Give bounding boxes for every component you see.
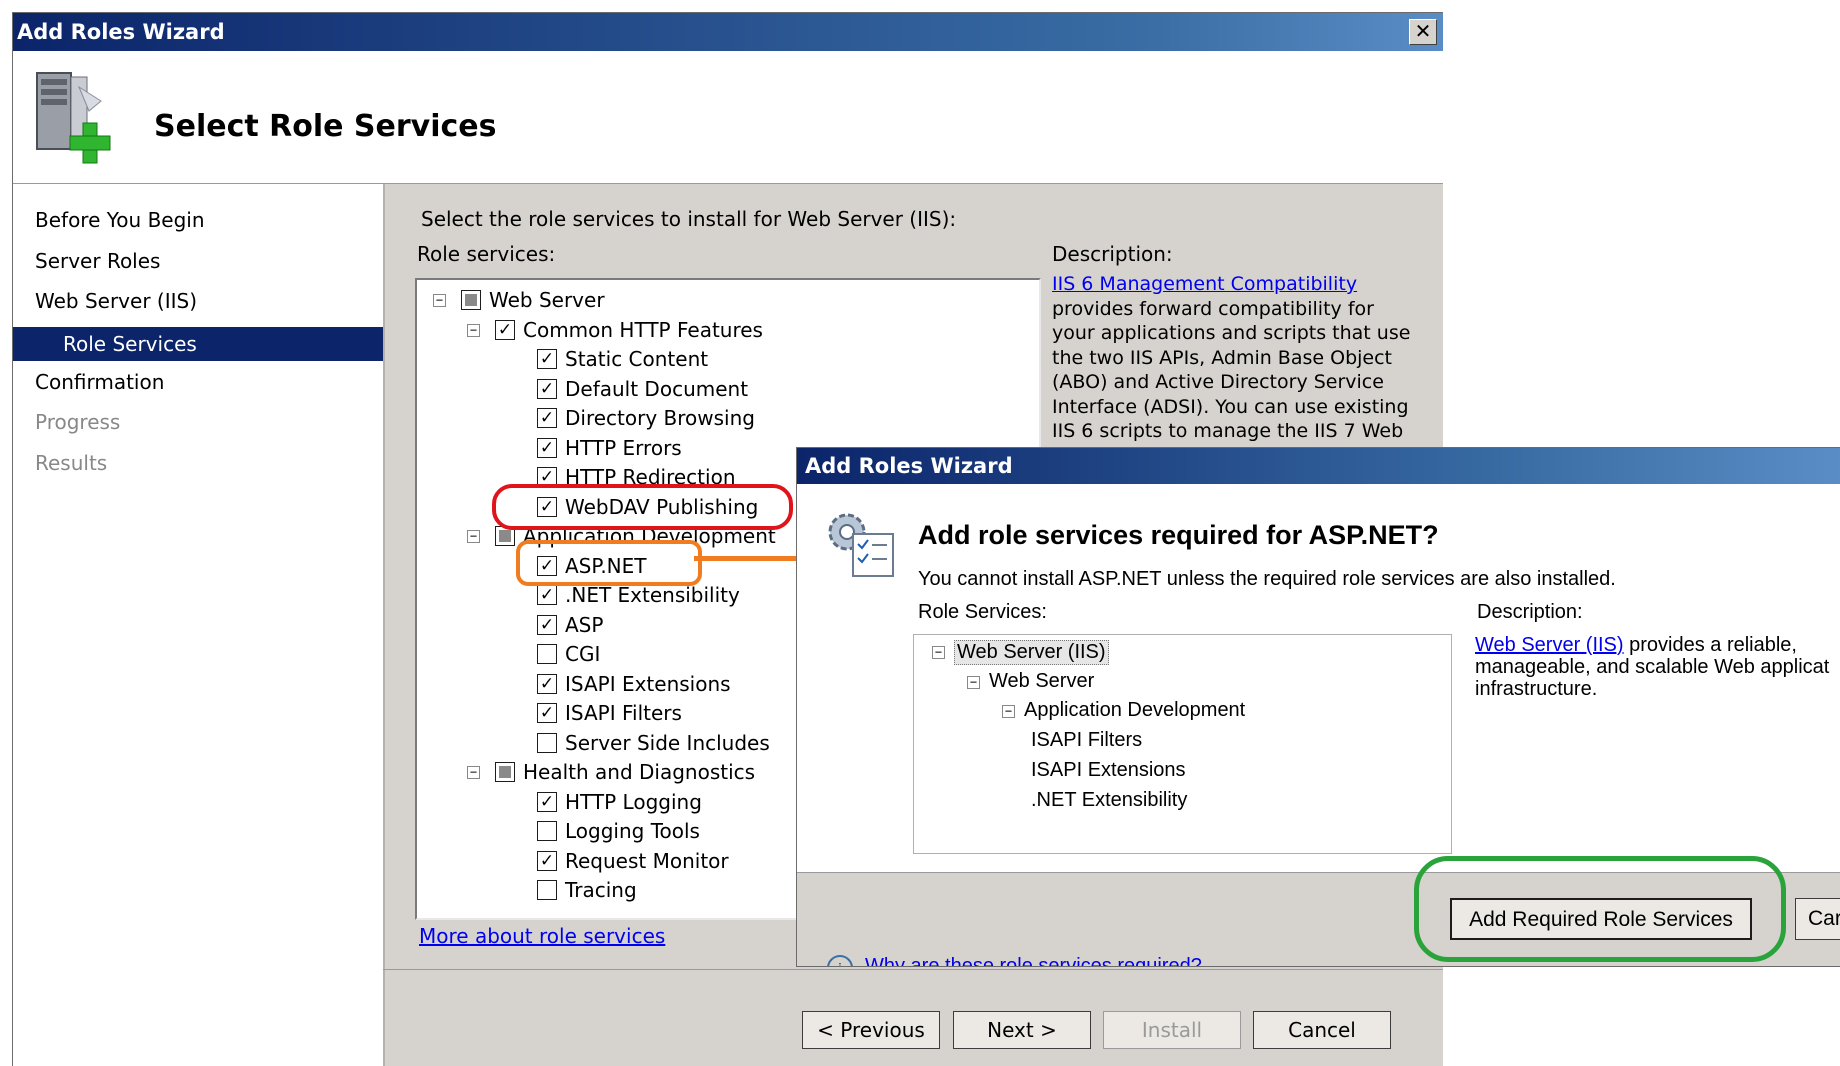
dialog-role-services-label: Role Services: [918, 601, 1047, 623]
description-line: IIS 6 scripts to manage the IIS 7 Web [1052, 420, 1404, 442]
role-service-label[interactable]: ISAPI Extensions [565, 672, 731, 696]
page-title: Select Role Services [154, 109, 497, 144]
nav-server-roles[interactable]: Server Roles [35, 249, 160, 273]
role-service-label[interactable]: Static Content [565, 347, 708, 371]
role-service-label[interactable]: ISAPI Filters [565, 701, 682, 725]
nav-role-services[interactable]: Role Services [13, 327, 383, 361]
role-checkbox[interactable]: ✓ [537, 349, 557, 369]
nav-before-you-begin[interactable]: Before You Begin [35, 208, 205, 232]
role-service-label[interactable]: Directory Browsing [565, 406, 755, 430]
role-checkbox[interactable]: ✓ [537, 703, 557, 723]
description-label: Description: [1052, 242, 1173, 266]
aspnet-highlight-ring [516, 540, 702, 586]
role-checkbox[interactable]: ✓ [495, 319, 515, 340]
role-checkbox[interactable]: ✓ [537, 614, 557, 635]
role-checkbox[interactable] [537, 880, 557, 900]
dialog-description-link[interactable]: Web Server (IIS) [1475, 634, 1624, 656]
expand-collapse-toggle[interactable]: − [1002, 705, 1015, 719]
role-service-label[interactable]: Default Document [565, 377, 748, 401]
add-button-highlight-ring [1414, 856, 1786, 962]
nav-web-server-iis[interactable]: Web Server (IIS) [35, 289, 197, 313]
role-service-label[interactable]: Logging Tools [565, 819, 700, 843]
role-checkbox[interactable] [537, 821, 557, 841]
required-service-label[interactable]: Web Server (IIS) [954, 640, 1109, 665]
info-icon: i [827, 955, 853, 966]
description-line: the two IIS APIs, Admin Base Object [1052, 346, 1392, 369]
more-about-role-services-link[interactable]: More about role services [419, 924, 665, 948]
webdav-highlight-ring [492, 484, 793, 530]
role-service-label[interactable]: HTTP Errors [565, 436, 682, 460]
role-checkbox[interactable]: ✓ [537, 850, 557, 871]
required-service-label[interactable]: Web Server [989, 670, 1094, 693]
role-checkbox[interactable]: ✓ [537, 378, 557, 399]
aspnet-highlight-connector [694, 556, 798, 561]
role-checkbox[interactable]: ✓ [537, 437, 557, 458]
server-add-icon [36, 72, 111, 164]
role-service-label[interactable]: Server Side Includes [565, 731, 770, 755]
wizard-header: Select Role Services [13, 51, 1443, 184]
role-service-label[interactable]: .NET Extensibility [565, 583, 740, 607]
dialog-description-line: infrastructure. [1475, 678, 1598, 700]
gear-checklist-icon [828, 513, 894, 577]
description-line: Interface (ADSI). You can use existing [1052, 395, 1409, 418]
role-checkbox[interactable] [495, 762, 515, 782]
role-checkbox[interactable]: ✓ [537, 408, 557, 428]
required-service-label[interactable]: ISAPI Filters [1031, 729, 1142, 752]
why-required-link[interactable]: Why are these role services required? [865, 955, 1202, 966]
dialog-description-label: Description: [1477, 601, 1583, 623]
required-service-label[interactable]: Application Development [1024, 699, 1245, 722]
role-service-label[interactable]: Request Monitor [565, 849, 729, 873]
cancel-button[interactable]: Cancel [1253, 1011, 1391, 1049]
expand-collapse-toggle[interactable]: − [467, 323, 480, 337]
nav-results: Results [35, 451, 108, 475]
required-services-tree[interactable]: − Web Server (IIS) − Web Server − Application… [913, 634, 1452, 854]
window-title: Add Roles Wizard [17, 20, 225, 44]
close-button[interactable]: ✕ [1409, 19, 1437, 45]
dialog-description-text: Web Server (IIS) provides a reliable, ma… [1475, 634, 1829, 700]
role-checkbox[interactable] [537, 644, 557, 664]
next-button[interactable]: Next > [953, 1011, 1091, 1049]
role-services-label: Role services: [417, 242, 556, 266]
role-service-label[interactable]: Web Server [489, 288, 605, 312]
dialog-title: Add Roles Wizard [805, 454, 1013, 478]
required-service-label[interactable]: .NET Extensibility [1031, 789, 1187, 812]
nav-confirmation[interactable]: Confirmation [35, 370, 164, 394]
dialog-description-rest: provides a reliable, [1623, 634, 1797, 656]
role-service-label[interactable]: ASP [565, 613, 603, 637]
role-service-label[interactable]: Health and Diagnostics [523, 760, 755, 784]
description-line: your applications and scripts that use [1052, 322, 1411, 344]
description-link[interactable]: IIS 6 Management Compatibility [1052, 273, 1357, 295]
dialog-title-bar: Add Roles Wizard [797, 448, 1840, 484]
description-line: (ABO) and Active Directory Service [1052, 371, 1384, 393]
dialog-heading: Add role services required for ASP.NET? [918, 520, 1439, 550]
role-service-label[interactable]: CGI [565, 642, 600, 666]
nav-role-services-label: Role Services [63, 332, 197, 356]
expand-collapse-toggle[interactable]: − [967, 675, 980, 689]
description-text: IIS 6 Management Compatibility provides … [1052, 272, 1410, 444]
role-service-label[interactable]: Tracing [565, 878, 637, 902]
role-service-label[interactable]: HTTP Logging [565, 790, 702, 814]
role-checkbox[interactable]: ✓ [537, 585, 557, 605]
title-bar: Add Roles Wizard ✕ [13, 13, 1443, 51]
nav-progress: Progress [35, 410, 121, 434]
wizard-nav: Before You Begin Server Roles Web Server… [13, 184, 385, 1066]
expand-collapse-toggle[interactable]: − [932, 646, 945, 659]
role-checkbox[interactable]: ✓ [537, 673, 557, 694]
instruction-text: Select the role services to install for … [421, 207, 957, 231]
required-service-label[interactable]: ISAPI Extensions [1031, 759, 1186, 782]
previous-button[interactable]: < Previous [802, 1011, 940, 1049]
role-checkbox[interactable] [537, 732, 557, 753]
role-checkbox[interactable] [461, 290, 481, 310]
expand-collapse-toggle[interactable]: − [467, 530, 480, 543]
install-button: Install [1103, 1011, 1241, 1049]
dialog-message: You cannot install ASP.NET unless the re… [918, 568, 1616, 590]
expand-collapse-toggle[interactable]: − [467, 766, 480, 779]
role-checkbox[interactable]: ✓ [537, 791, 557, 812]
role-service-label[interactable]: Common HTTP Features [523, 318, 763, 342]
description-line: provides forward compatibility for [1052, 297, 1374, 320]
button-separator [383, 969, 1443, 970]
dialog-cancel-button[interactable]: Car [1795, 898, 1840, 940]
expand-collapse-toggle[interactable]: − [433, 294, 446, 307]
dialog-description-line: manageable, and scalable Web applicat [1475, 656, 1830, 678]
